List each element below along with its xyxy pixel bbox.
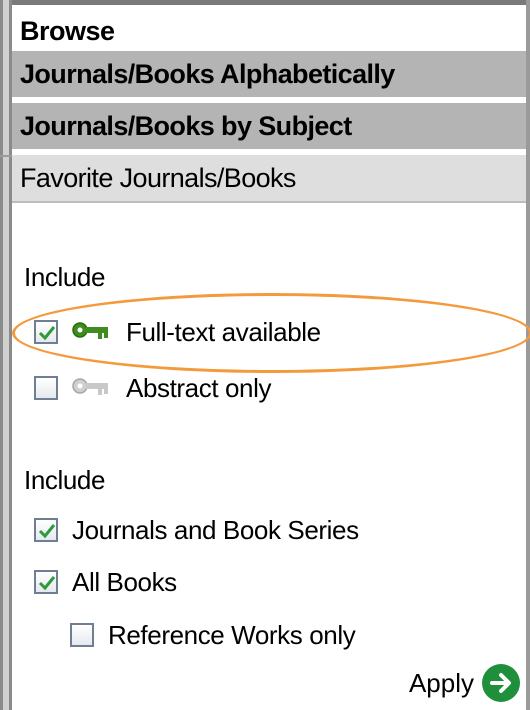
all-books-checkbox[interactable] — [34, 570, 58, 594]
include-content-label: Include — [24, 465, 106, 495]
gray-key-icon — [72, 378, 108, 395]
browse-panel: Browse Journals/Books Alphabetically Jou… — [12, 5, 530, 710]
nav-journals-by-subject[interactable]: Journals/Books by Subject — [12, 103, 526, 149]
include-access-label: Include — [24, 262, 106, 292]
check-mark-icon — [38, 524, 56, 539]
apply-label: Apply — [408, 667, 474, 698]
nav-favorite-journals[interactable]: Favorite Journals/Books — [12, 155, 526, 203]
window-left-border-inner — [3, 0, 9, 710]
apply-button[interactable]: Apply — [409, 664, 520, 702]
highlight-oval — [12, 293, 530, 373]
abstract-option[interactable]: Abstract only — [34, 373, 271, 403]
journals-series-label: Journals and Book Series — [72, 515, 359, 545]
abstract-label: Abstract only — [126, 373, 272, 403]
journals-series-checkbox[interactable] — [34, 518, 58, 542]
abstract-checkbox[interactable] — [34, 376, 58, 400]
all-books-option[interactable]: All Books — [34, 567, 177, 597]
check-mark-icon — [38, 576, 56, 591]
journals-series-option[interactable]: Journals and Book Series — [34, 515, 359, 545]
browse-title: Browse — [20, 16, 115, 46]
reference-works-option[interactable]: Reference Works only — [70, 620, 356, 650]
divider-line — [0, 155, 12, 157]
nav-journals-alphabetically[interactable]: Journals/Books Alphabetically — [12, 51, 526, 97]
arrow-right-icon[interactable] — [482, 664, 520, 702]
reference-works-checkbox[interactable] — [70, 623, 94, 647]
reference-works-label: Reference Works only — [108, 620, 356, 650]
window-right-border — [526, 0, 530, 710]
all-books-label: All Books — [72, 567, 177, 597]
